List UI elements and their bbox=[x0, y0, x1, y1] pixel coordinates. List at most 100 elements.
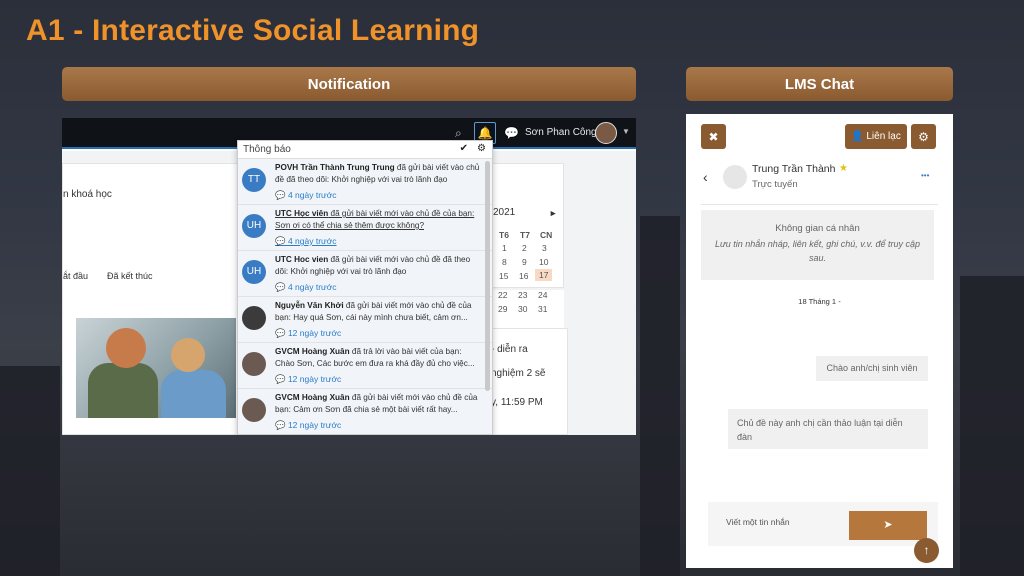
date-divider: 18 Tháng 1 - bbox=[798, 297, 841, 306]
chat-message: Chủ đề này anh chị cần thảo luận tại diễ… bbox=[728, 409, 928, 449]
cal-day[interactable]: 16 bbox=[519, 271, 528, 281]
private-space-title: Không gian cá nhân bbox=[775, 223, 860, 234]
send-icon: ➤ bbox=[883, 519, 893, 531]
notification-sender: GVCM Hoàng Xuân bbox=[275, 393, 350, 402]
search-icon[interactable]: ⌕ bbox=[455, 126, 462, 141]
cal-today[interactable]: 17 bbox=[535, 269, 553, 281]
comment-icon: 💬 bbox=[275, 236, 288, 246]
cal-day[interactable]: 3 bbox=[542, 243, 547, 253]
cal-day[interactable]: 22 bbox=[498, 290, 507, 300]
lms-screenshot: ⌕ 🔔 💬 Sơn Phan Công ▼ n khoá học ắt đầu … bbox=[62, 118, 636, 435]
notification-item[interactable]: Nguyễn Văn Khởi đã gửi bài viết mới vào … bbox=[238, 297, 492, 343]
user-name[interactable]: Sơn Phan Công bbox=[525, 127, 597, 138]
notification-sender: POVH Trần Thành Trung Trung bbox=[275, 163, 395, 172]
avatar: UH bbox=[242, 260, 266, 284]
contact-status: Trực tuyến bbox=[752, 179, 798, 190]
avatar bbox=[242, 398, 266, 422]
calendar-year: 2021 bbox=[493, 207, 516, 218]
private-space-box: Không gian cá nhân Lưu tin nhắn nháp, li… bbox=[701, 210, 934, 280]
notification-header-bar: Thông báo ✔ ⚙ bbox=[238, 141, 492, 159]
snippet: - diễn ra bbox=[491, 344, 528, 355]
chevron-down-icon[interactable]: ▼ bbox=[622, 127, 630, 136]
notification-item[interactable]: UH UTC Hoc vien đã gửi bài viết mới vào … bbox=[238, 251, 492, 297]
avatar: UH bbox=[242, 214, 266, 238]
notification-time: 4 ngày trước bbox=[287, 282, 337, 292]
lms-chat-header: LMS Chat bbox=[686, 67, 953, 101]
contact-name[interactable]: Trung Trần Thành bbox=[752, 163, 835, 175]
comment-icon: 💬 bbox=[275, 190, 288, 200]
background-building bbox=[0, 366, 60, 576]
more-options-icon[interactable]: ••• bbox=[921, 171, 929, 180]
send-button[interactable]: ➤ bbox=[849, 511, 927, 540]
notification-sender: GVCM Hoàng Xuân bbox=[275, 347, 350, 356]
contact-button[interactable]: 👤 Liên lạc bbox=[845, 124, 907, 149]
cal-day[interactable]: 29 bbox=[498, 304, 507, 314]
cal-header: T6 bbox=[499, 230, 509, 240]
cal-day[interactable]: 23 bbox=[518, 290, 527, 300]
notification-header: Notification bbox=[62, 67, 636, 101]
user-icon: 👤 bbox=[851, 131, 867, 142]
check-icon[interactable]: ✔ bbox=[460, 143, 468, 154]
avatar: TT bbox=[242, 168, 266, 192]
message-input[interactable]: Viết một tin nhắn bbox=[726, 517, 790, 527]
notification-time: 4 ngày trước bbox=[287, 236, 337, 246]
tab-started[interactable]: ắt đầu bbox=[63, 271, 88, 281]
cal-day[interactable]: 1 bbox=[502, 243, 507, 253]
notification-item[interactable]: GVCM Hoàng Xuân đã trả lời vào bài viết … bbox=[238, 343, 492, 389]
avatar bbox=[723, 165, 747, 189]
notification-dropdown: Thông báo ✔ ⚙ TT POVH Trần Thành Trung T… bbox=[237, 140, 493, 435]
avatar bbox=[242, 306, 266, 330]
chat-icon[interactable]: 💬 bbox=[504, 126, 519, 140]
cal-header: T7 bbox=[520, 230, 530, 240]
notification-item[interactable]: GVCM Hoàng Xuân đã gửi bài viết mới vào … bbox=[238, 389, 492, 434]
snippet: nghiệm 2 sẽ bbox=[491, 368, 546, 379]
private-space-description: Lưu tin nhắn nháp, liên kết, ghi chú, v.… bbox=[715, 239, 920, 263]
comment-icon: 💬 bbox=[275, 328, 288, 338]
tab-finished[interactable]: Đã kết thúc bbox=[107, 271, 153, 281]
avatar[interactable] bbox=[595, 122, 617, 144]
notification-time: 4 ngày trước bbox=[287, 190, 337, 200]
notification-time: 12 ngày trước bbox=[287, 374, 342, 384]
close-icon: ✖ bbox=[708, 129, 719, 144]
notification-item[interactable]: TT POVH Trần Thành Trung Trung đã gửi bà… bbox=[238, 159, 492, 205]
cal-header: CN bbox=[540, 230, 553, 240]
cal-day[interactable]: 8 bbox=[502, 257, 507, 267]
comment-icon: 💬 bbox=[275, 420, 288, 430]
divider bbox=[701, 204, 938, 205]
settings-button[interactable]: ⚙ bbox=[911, 124, 936, 149]
courses-label: n khoá học bbox=[63, 189, 112, 200]
message-composer: Viết một tin nhắn ➤ bbox=[708, 502, 938, 546]
cal-day[interactable]: 30 bbox=[518, 304, 527, 314]
notification-sender: UTC Hoc vien bbox=[275, 255, 329, 264]
gear-icon[interactable]: ⚙ bbox=[477, 143, 486, 154]
snippet: y, 11:59 PM bbox=[491, 397, 543, 408]
close-button[interactable]: ✖ bbox=[701, 124, 726, 149]
cal-day[interactable]: 31 bbox=[538, 304, 547, 314]
comment-icon: 💬 bbox=[275, 374, 288, 384]
arrow-up-icon: ↑ bbox=[923, 543, 930, 557]
back-arrow-icon[interactable]: ‹ bbox=[703, 169, 708, 185]
timeline-card: - diễn ra nghiệm 2 sẽ y, 11:59 PM bbox=[482, 328, 568, 435]
contact-button-label: Liên lạc bbox=[866, 131, 901, 142]
calendar-extra: 22 23 24 29 30 31 bbox=[482, 290, 564, 330]
course-image[interactable] bbox=[76, 318, 236, 418]
slide-title: A1 - Interactive Social Learning bbox=[26, 14, 480, 47]
calendar: 2021 ► T6 T7 CN 1 2 3 8 9 10 15 16 17 bbox=[482, 163, 564, 288]
cal-day[interactable]: 2 bbox=[522, 243, 527, 253]
cal-day[interactable]: 10 bbox=[539, 257, 548, 267]
scroll-top-button[interactable]: ↑ bbox=[914, 538, 939, 563]
scrollbar[interactable] bbox=[485, 161, 490, 391]
chat-panel: ✖ 👤 Liên lạc ⚙ ‹ Trung Trần Thành ★ Trực… bbox=[686, 114, 953, 568]
comment-icon: 💬 bbox=[275, 282, 288, 292]
cal-day[interactable]: 24 bbox=[538, 290, 547, 300]
cal-day[interactable]: 9 bbox=[522, 257, 527, 267]
background-building bbox=[960, 276, 1024, 576]
notification-title: Thông báo bbox=[243, 144, 291, 155]
next-month-button[interactable]: ► bbox=[549, 208, 557, 218]
notification-item[interactable]: UH UTC Học viên đã gửi bài viết mới vào … bbox=[238, 205, 492, 251]
star-icon[interactable]: ★ bbox=[839, 163, 848, 174]
background-building bbox=[640, 216, 680, 576]
chat-message: Chào anh/chị sinh viên bbox=[816, 356, 928, 381]
cal-day[interactable]: 15 bbox=[499, 271, 508, 281]
notification-sender: Nguyễn Văn Khởi bbox=[275, 301, 344, 310]
